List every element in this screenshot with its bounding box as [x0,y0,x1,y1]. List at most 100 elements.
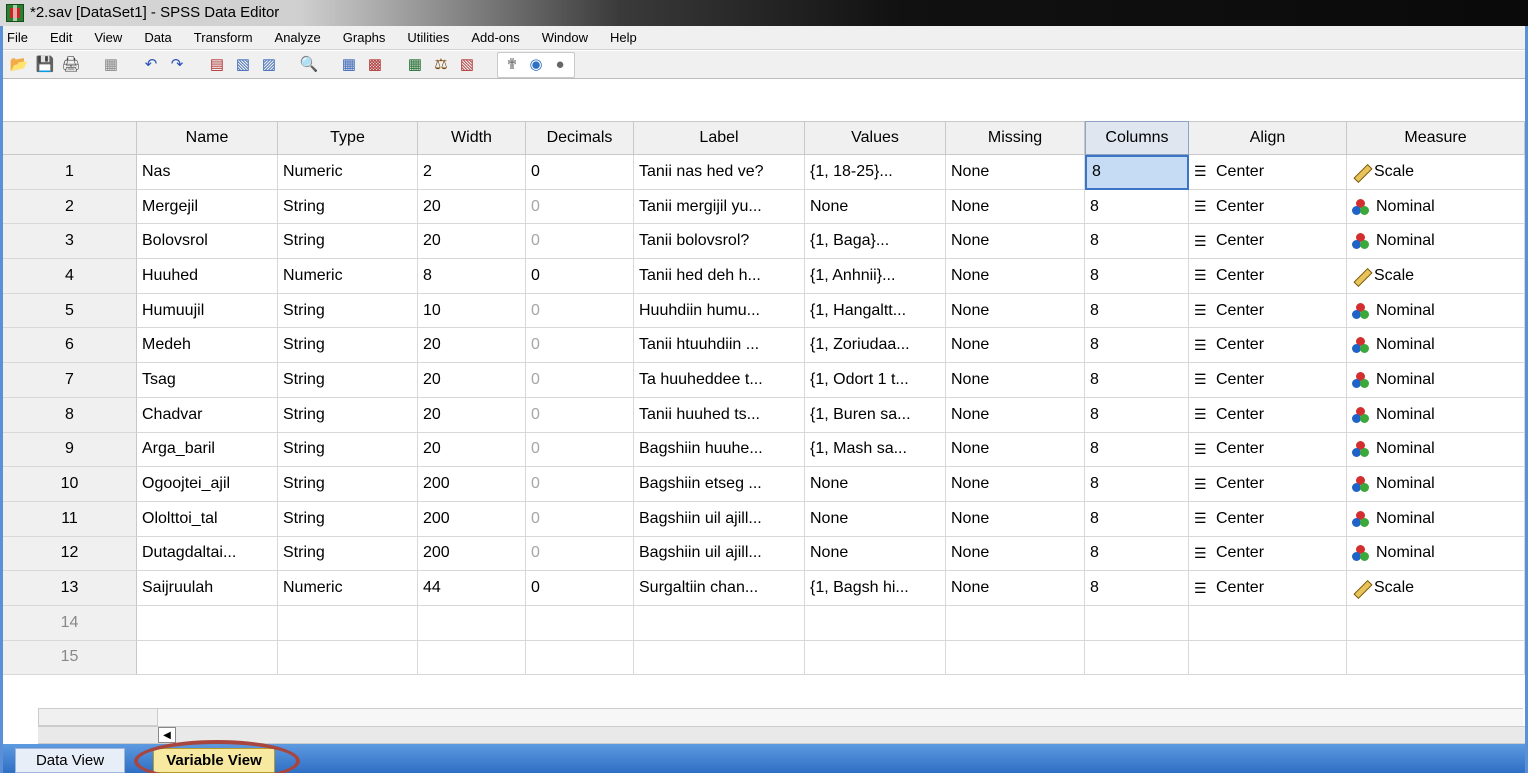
cell-columns[interactable]: 8 [1085,536,1189,572]
cell-columns[interactable]: 8 [1085,224,1189,260]
header-label[interactable]: Label [634,121,805,155]
cell-name[interactable]: Chadvar [137,397,278,433]
cell-values[interactable]: {1, Zoriudaa... [805,328,946,364]
undo-icon[interactable]: ↶ [141,55,161,75]
cell-align[interactable]: ☰ Center [1189,363,1347,398]
cell-decimals[interactable]: 0 [526,397,634,433]
cell-type[interactable]: String [278,363,418,398]
cell-align[interactable]: ☰ Center [1189,259,1347,294]
cell-measure[interactable]: Nominal [1347,536,1525,572]
empty-cell[interactable] [278,605,418,641]
save-icon[interactable]: 💾 [35,55,55,75]
cell-label[interactable]: Bagshiin huuhe... [634,432,805,468]
empty-cell[interactable] [1085,640,1189,676]
header-missing[interactable]: Missing [946,121,1085,155]
scroll-left-arrow-icon[interactable]: ◀ [158,727,176,743]
select-cases-icon[interactable]: ▧ [457,55,477,75]
cell-width[interactable]: 200 [418,467,526,502]
cell-label[interactable]: Bagshiin uil ajill... [634,501,805,537]
cell-name[interactable]: Saijruulah [137,571,278,606]
cell-label[interactable]: Ta huuheddee t... [634,363,805,398]
cell-missing[interactable]: None [946,363,1085,398]
cell-decimals[interactable]: 0 [526,155,634,190]
cell-decimals[interactable]: 0 [526,432,634,468]
header-name[interactable]: Name [137,121,278,155]
empty-cell[interactable] [634,640,805,676]
cell-width[interactable]: 200 [418,536,526,572]
cell-name[interactable]: Arga_baril [137,432,278,468]
cell-columns[interactable]: 8 [1085,571,1189,606]
cell-align[interactable]: ☰ Center [1189,189,1347,225]
cell-align[interactable]: ☰ Center [1189,571,1347,606]
cell-decimals[interactable]: 0 [526,328,634,364]
variables-icon[interactable]: ▨ [259,55,279,75]
header-columns[interactable]: Columns [1085,121,1189,155]
cell-type[interactable]: Numeric [278,155,418,190]
cell-values[interactable]: {1, Anhnii}... [805,259,946,294]
cell-name[interactable]: Huuhed [137,259,278,294]
cell-values[interactable]: {1, Hangaltt... [805,293,946,329]
cell-label[interactable]: Tanii bolovsrol? [634,224,805,260]
menu-view[interactable]: View [94,30,122,45]
cell-decimals[interactable]: 0 [526,571,634,606]
cell-name[interactable]: Ololttoi_tal [137,501,278,537]
cell-measure[interactable]: Nominal [1347,224,1525,260]
cell-missing[interactable]: None [946,328,1085,364]
cell-values[interactable]: {1, Bagsh hi... [805,571,946,606]
cell-width[interactable]: 8 [418,259,526,294]
show-all-variables-icon[interactable]: ● [550,55,570,75]
cell-type[interactable]: Numeric [278,259,418,294]
cell-label[interactable]: Tanii huuhed ts... [634,397,805,433]
cell-width[interactable]: 20 [418,328,526,364]
header-type[interactable]: Type [278,121,418,155]
cell-align[interactable]: ☰ Center [1189,397,1347,433]
cell-label[interactable]: Surgaltiin chan... [634,571,805,606]
cell-columns[interactable]: 8 [1085,293,1189,329]
cell-measure[interactable]: Scale [1347,571,1525,606]
cell-name[interactable]: Nas [137,155,278,190]
cell-measure[interactable]: Nominal [1347,397,1525,433]
value-labels-icon[interactable]: ✟ [502,55,522,75]
dialog-recall-icon[interactable]: ▦ [101,55,121,75]
cell-align[interactable]: ☰ Center [1189,536,1347,572]
cell-values[interactable]: {1, Buren sa... [805,397,946,433]
cell-align[interactable]: ☰ Center [1189,328,1347,364]
cell-measure[interactable]: Nominal [1347,363,1525,398]
cell-name[interactable]: Bolovsrol [137,224,278,260]
cell-label[interactable]: Tanii mergijil yu... [634,189,805,225]
cell-type[interactable]: String [278,328,418,364]
horizontal-scrollbar[interactable] [38,726,1525,744]
cell-type[interactable]: String [278,189,418,225]
cell-values[interactable]: None [805,501,946,537]
header-decimals[interactable]: Decimals [526,121,634,155]
cell-measure[interactable]: Nominal [1347,189,1525,225]
cell-decimals[interactable]: 0 [526,467,634,502]
empty-cell[interactable] [634,605,805,641]
cell-type[interactable]: String [278,293,418,329]
cell-width[interactable]: 200 [418,501,526,537]
cell-values[interactable]: None [805,467,946,502]
empty-cell[interactable] [137,640,278,676]
cell-label[interactable]: Tanii hed deh h... [634,259,805,294]
weight-cases-icon[interactable]: ⚖ [431,55,451,75]
cell-type[interactable]: String [278,467,418,502]
cell-name[interactable]: Dutagdaltai... [137,536,278,572]
cell-decimals[interactable]: 0 [526,363,634,398]
header-width[interactable]: Width [418,121,526,155]
cell-missing[interactable]: None [946,293,1085,329]
cell-columns[interactable]: 8 [1085,155,1189,190]
insert-cases-icon[interactable]: ▦ [339,55,359,75]
empty-cell[interactable] [805,640,946,676]
header-values[interactable]: Values [805,121,946,155]
print-icon[interactable]: 🖨 [61,55,81,75]
cell-width[interactable]: 20 [418,189,526,225]
cell-align[interactable]: ☰ Center [1189,432,1347,468]
header-align[interactable]: Align [1189,121,1347,155]
row-number[interactable]: 10 [3,467,137,502]
cell-values[interactable]: {1, Odort 1 t... [805,363,946,398]
row-number[interactable]: 14 [3,605,137,641]
cell-align[interactable]: ☰ Center [1189,293,1347,329]
cell-measure[interactable]: Nominal [1347,501,1525,537]
row-number[interactable]: 1 [3,155,137,190]
cell-missing[interactable]: None [946,467,1085,502]
